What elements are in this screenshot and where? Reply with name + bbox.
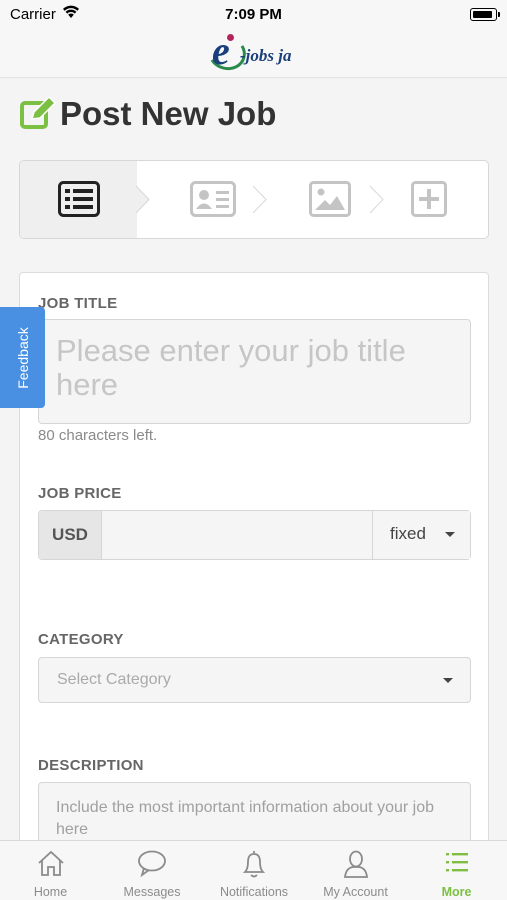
image-icon <box>309 181 351 217</box>
id-card-icon <box>190 181 236 217</box>
step-extras[interactable] <box>388 161 488 238</box>
tab-messages[interactable]: Messages <box>101 841 203 900</box>
chat-bubble-icon <box>138 850 166 877</box>
job-price-group: USD fixed <box>38 510 471 560</box>
ejobs-logo[interactable]: e -jobs ja <box>204 31 302 75</box>
page-title: Post New Job <box>60 95 277 132</box>
step-details[interactable] <box>20 161 137 238</box>
post-job-form: JOB TITLE Please enter your job title he… <box>19 272 489 862</box>
step-chevron <box>253 185 267 214</box>
description-label: DESCRIPTION <box>38 757 144 774</box>
home-icon <box>37 850 64 876</box>
menu-list-icon <box>445 853 468 872</box>
tab-more[interactable]: More <box>406 841 507 900</box>
tab-label: Messages <box>123 885 181 899</box>
user-icon <box>343 850 368 878</box>
bottom-tab-bar: Home Messages Notifications My Account M… <box>0 840 507 900</box>
step-wizard <box>19 160 489 239</box>
app-header: e -jobs ja <box>0 30 507 78</box>
tab-home[interactable]: Home <box>0 841 101 900</box>
battery-icon <box>470 8 500 21</box>
logo-dot <box>227 34 234 41</box>
clock: 7:09 PM <box>225 6 282 23</box>
job-title-input[interactable]: Please enter your job title here <box>38 319 471 424</box>
logo-text: -jobs ja <box>240 46 292 65</box>
chevron-down-icon <box>443 678 453 683</box>
tab-notifications[interactable]: Notifications <box>203 841 305 900</box>
job-price-label: JOB PRICE <box>38 485 122 502</box>
edit-icon <box>20 97 56 129</box>
bell-icon <box>242 851 266 878</box>
step-chevron <box>370 185 384 214</box>
job-title-label: JOB TITLE <box>38 295 118 312</box>
job-price-input[interactable] <box>102 511 372 559</box>
tab-label: Notifications <box>219 885 289 899</box>
chevron-down-icon <box>445 532 455 537</box>
step-chevron <box>136 161 150 238</box>
tab-label: My Account <box>323 885 388 899</box>
currency-addon: USD <box>39 511 102 559</box>
feedback-tab[interactable]: Feedback <box>0 307 45 408</box>
feedback-label: Feedback <box>14 326 31 389</box>
category-select[interactable]: Select Category <box>38 657 471 703</box>
plus-square-icon <box>411 181 447 217</box>
category-placeholder: Select Category <box>57 671 171 688</box>
price-type-select[interactable]: fixed <box>372 511 470 559</box>
tab-label: More <box>441 885 472 899</box>
category-label: CATEGORY <box>38 631 124 648</box>
status-bar: Carrier 7:09 PM <box>0 0 507 30</box>
price-type-value: fixed <box>390 524 426 543</box>
characters-left-hint: 80 characters left. <box>38 427 158 444</box>
step-images[interactable] <box>271 161 371 238</box>
tab-label: Home <box>33 885 68 899</box>
list-icon <box>58 181 100 217</box>
tab-my-account[interactable]: My Account <box>305 841 406 900</box>
step-profile[interactable] <box>154 161 254 238</box>
